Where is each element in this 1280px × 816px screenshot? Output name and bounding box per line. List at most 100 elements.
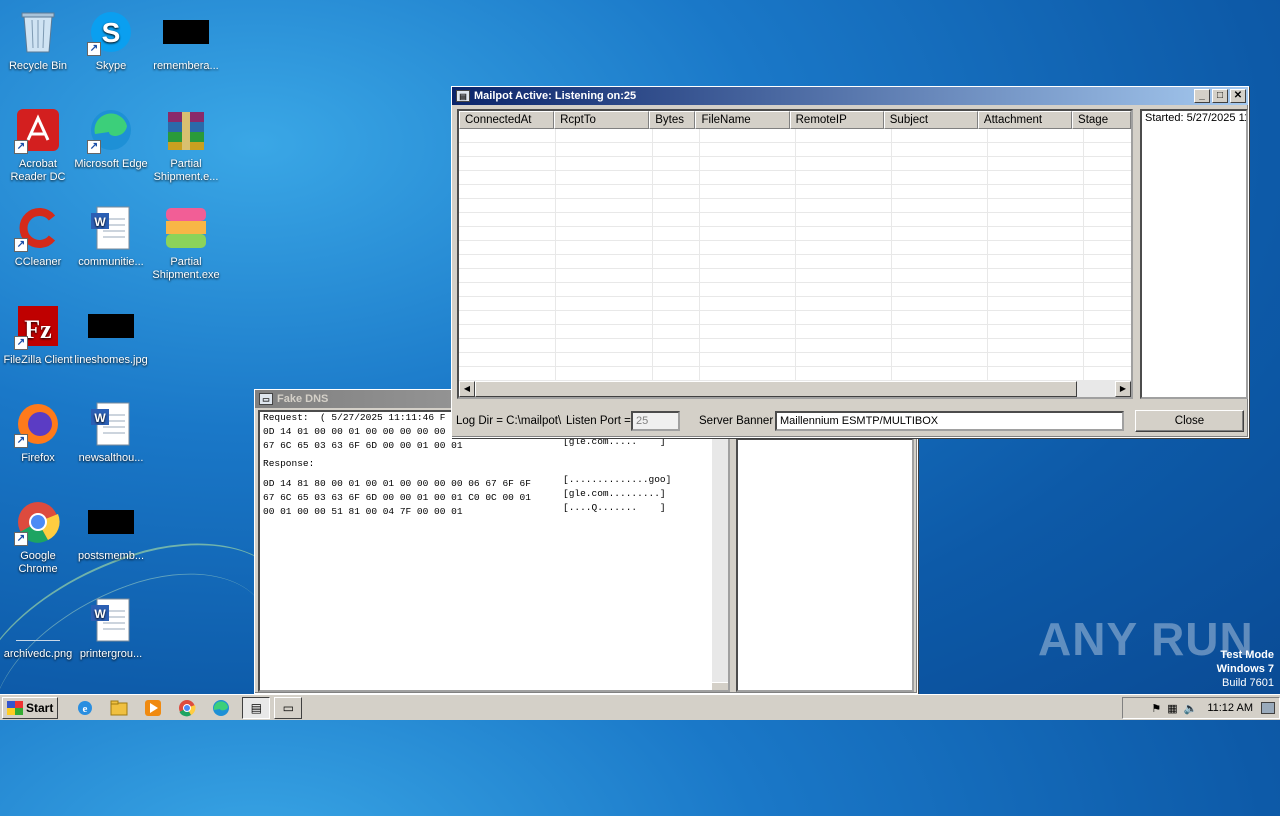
close-window-button[interactable]: ✕ [1230,89,1246,103]
desktop-icon-ccleaner[interactable]: ↗ CCleaner [0,204,76,269]
word-doc-icon: W [87,204,135,252]
winrar-icon [162,106,210,154]
start-label: Start [26,700,54,715]
taskbar-fakedns-button[interactable]: ▭ [274,696,303,719]
desktop-icon-remembera[interactable]: remembera... [148,8,224,73]
desktop-icon-filezilla[interactable]: Fz ↗ FileZilla Client [0,302,76,367]
desktop-icon-label: Google Chrome [18,550,58,575]
scrollbar-thumb[interactable] [475,381,1077,397]
desktop-icon-firefox[interactable]: ↗ Firefox [0,400,76,465]
mailpot-status-log[interactable]: Started: 5/27/2025 11 [1140,109,1248,399]
start-button[interactable]: Start [2,696,59,719]
minimize-button[interactable]: _ [1194,89,1210,103]
scroll-left-arrow-icon[interactable]: ◀ [459,381,475,397]
grid-line [795,129,796,381]
desktop-icon-newsalthou[interactable]: W newsalthou... [73,400,149,465]
server-banner-label: Server Banner [699,415,774,427]
desktop-icon-lineshomes[interactable]: lineshomes.jpg [73,302,149,367]
svg-text:W: W [94,411,106,425]
column-attachment[interactable]: Attachment [977,111,1073,129]
mailpot-window[interactable]: ▤ Mailpot Active: Listening on:25 _ □ ✕ … [451,86,1249,438]
desktop-icon-archivedc[interactable]: archivedc.png [0,596,76,661]
desktop-icon-partial-shipment-rar[interactable]: Partial Shipment.e... [148,106,224,184]
desktop-icon-label: Firefox [21,452,55,464]
app-exe-icon [162,204,210,252]
listview-horizontal-scrollbar[interactable]: ◀ ▶ [459,381,1131,397]
column-bytes[interactable]: Bytes [649,111,696,129]
dns-response-hex: 67 6C 65 03 63 6F 6D 00 00 01 00 01 C0 0… [263,492,531,503]
dns-request-hex: 67 6C 65 03 63 6F 6D 00 00 01 00 01 [263,440,463,451]
system-tray: ⚑ ▦ 🔈 11:12 AM [1122,697,1280,719]
mailpot-titlebar[interactable]: ▤ Mailpot Active: Listening on:25 _ □ ✕ [452,87,1248,105]
test-mode-line: Windows 7 [1216,663,1274,675]
fake-dns-window-icon: ▭ [259,393,273,405]
shortcut-arrow-icon: ↗ [14,140,28,154]
dns-response-label: Response: [263,458,315,469]
desktop-icon-label: Skype [95,60,127,72]
show-desktop-icon[interactable] [1261,702,1275,714]
desktop-icon-label: postsmemb... [77,550,145,562]
chrome-taskbar-icon[interactable] [176,697,198,719]
test-mode-line: Test Mode [1220,649,1274,661]
mailpot-window-icon: ▤ [456,90,470,102]
close-button[interactable]: Close [1135,410,1244,432]
mailpot-title: Mailpot Active: Listening on:25 [474,90,637,102]
column-stage[interactable]: Stage [1072,111,1131,129]
shortcut-arrow-icon: ↗ [14,238,28,252]
desktop-icon-label: CCleaner [14,256,62,268]
grid-line [987,129,988,381]
black-image-icon [87,498,135,546]
grid-line [555,129,556,381]
desktop-icon-label: lineshomes.jpg [74,354,148,366]
desktop-icon-partial-shipment-exe[interactable]: Partial Shipment.exe [148,204,224,282]
column-subject[interactable]: Subject [883,111,978,129]
desktop-icon-communitie[interactable]: W communitie... [73,204,149,269]
skype-icon: S ↗ [87,8,135,56]
column-rcpt-to[interactable]: RcptTo [554,111,650,129]
taskbar-mailpot-button[interactable]: ▤ [242,696,271,719]
filezilla-icon: Fz ↗ [14,302,62,350]
clock[interactable]: 11:12 AM [1207,702,1253,714]
dns-side-panel[interactable] [736,438,914,692]
dns-request-ascii: [gle.com..... ] [563,436,666,447]
listen-port-field[interactable]: 25 [631,411,680,431]
maximize-button[interactable]: □ [1212,89,1228,103]
desktop-icon-acrobat[interactable]: ↗ Acrobat Reader DC [0,106,76,184]
connections-listview[interactable]: ConnectedAt RcptTo Bytes FileName Remote… [457,109,1133,399]
listen-port-label: Listen Port = [566,415,631,427]
network-icon[interactable]: ▦ [1167,702,1177,715]
desktop-icon-label: communitie... [78,256,144,268]
log-dir-label: Log Dir = C:\mailpot\ [456,415,562,427]
desktop-icon-skype[interactable]: S ↗ Skype [73,8,149,73]
file-explorer-icon[interactable] [108,697,130,719]
windows-logo-icon [7,700,23,715]
volume-icon[interactable]: 🔈 [1184,702,1198,715]
desktop-icon-printergrou[interactable]: W printergrou... [73,596,149,661]
shortcut-arrow-icon: ↗ [14,336,28,350]
column-remote-ip[interactable]: RemoteIP [789,111,884,129]
desktop-icon-label: remembera... [153,60,219,72]
black-image-icon [87,302,135,350]
black-file-icon [162,8,210,56]
column-connected-at[interactable]: ConnectedAt [459,111,555,129]
server-banner-field[interactable]: Maillennium ESMTP/MULTIBOX [775,411,1124,431]
desktop-icon-chrome[interactable]: ↗ Google Chrome [0,498,76,576]
svg-text:S: S [102,17,121,48]
dns-log-textarea[interactable]: Request: ( 5/27/2025 11:11:46 F 0D 14 01… [258,410,730,692]
dns-response-ascii: [..............goo] [563,474,672,485]
shortcut-arrow-icon: ↗ [14,532,28,546]
column-file-name[interactable]: FileName [695,111,790,129]
grid-line [699,129,700,381]
test-mode-line: Build 7601 [1222,677,1274,689]
desktop-icon-postsmemb[interactable]: postsmemb... [73,498,149,563]
test-mode-notice: Test Mode Windows 7 Build 7601 [1217,648,1274,690]
internet-explorer-icon[interactable]: e [74,697,96,719]
action-center-flag-icon[interactable]: ⚑ [1151,702,1161,715]
desktop-icon-edge[interactable]: ↗ Microsoft Edge [73,106,149,171]
edge-taskbar-icon[interactable] [210,697,232,719]
chrome-icon: ↗ [14,498,62,546]
media-player-icon[interactable] [142,697,164,719]
dns-log-scrollbar[interactable] [712,412,728,690]
desktop-icon-recycle-bin[interactable]: Recycle Bin [0,8,76,73]
scroll-right-arrow-icon[interactable]: ▶ [1115,381,1131,397]
